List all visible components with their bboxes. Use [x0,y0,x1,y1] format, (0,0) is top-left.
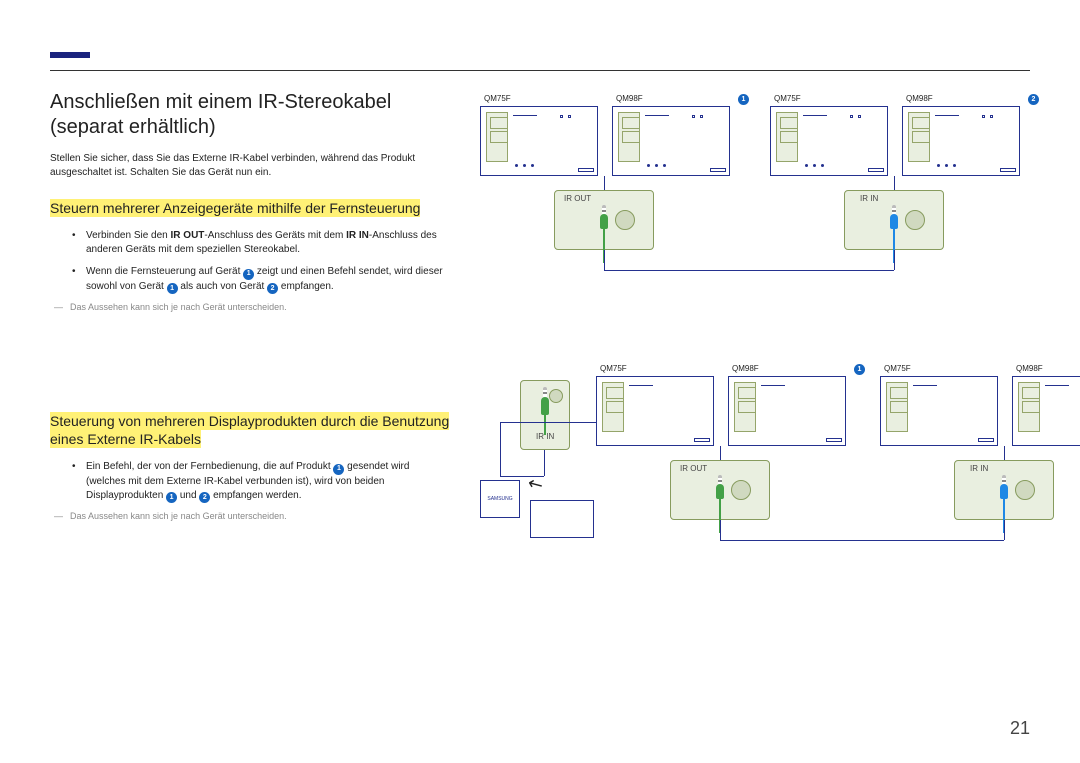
model-label: QM98F [732,364,759,373]
page-title: Anschließen mit einem IR-Stereokabel (se… [50,90,450,140]
intro-text: Stellen Sie sicher, dass Sie das Externe… [50,152,450,179]
port-label-ir-out: IR OUT [564,194,591,203]
cable-line [720,540,1004,541]
device-box [880,376,998,446]
jack-green-icon [521,387,569,455]
device-box [612,106,730,176]
port-label-ir-out: IR OUT [680,464,707,473]
device-badge-1: 1 [738,94,749,105]
port-label-ir-in: IR IN [970,464,988,473]
cable-line [604,270,894,271]
page-number: 21 [1010,718,1030,739]
text-column: Anschließen mit einem IR-Stereokabel (se… [50,90,450,680]
model-label: QM75F [884,364,911,373]
model-label: QM98F [616,94,643,103]
cable-line [604,176,605,190]
model-label: QM98F [906,94,933,103]
device-box [902,106,1020,176]
cable-line [500,422,596,423]
device-box [770,106,888,176]
section2-heading: Steuerung von mehreren Displayprodukten … [50,412,450,448]
device-box [596,376,714,446]
device-box [1012,376,1080,446]
diagram-1: QM75F QM98F QM75F QM98F 1 2 IR OUT IR IN [480,90,1030,290]
cable-line [1004,446,1005,460]
device-box [728,376,846,446]
cable-line [1004,520,1005,540]
device-box [480,106,598,176]
port-label-ir-in: IR IN [536,432,554,441]
section1-bullet1: Verbinden Sie den IR OUT-Anschluss des G… [50,229,450,257]
model-label: QM75F [600,364,627,373]
cable-line [604,250,605,270]
ir-in-plug-card [954,460,1054,520]
port-label-ir-in: IR IN [860,194,878,203]
model-label: QM75F [484,94,511,103]
section1-note: Das Aussehen kann sich je nach Gerät unt… [50,302,450,312]
cable-line [894,250,895,270]
cable-line [544,450,545,476]
device-badge-2: 2 [1028,94,1039,105]
section1-heading: Steuern mehrerer Anzeigegeräte mithilfe … [50,199,450,217]
device-badge-1: 1 [854,364,865,375]
diagram-column: QM75F QM98F QM75F QM98F 1 2 IR OUT IR IN [480,90,1030,680]
remote-blank-box [530,500,594,538]
horizontal-rule [50,70,1030,71]
section2-bullet1: Ein Befehl, der von der Fernbedienung, d… [50,460,450,503]
section2-note: Das Aussehen kann sich je nach Gerät unt… [50,511,450,521]
cable-line [894,176,895,190]
section1-bullet2: Wenn die Fernsteuerung auf Gerät 1 zeigt… [50,265,450,294]
remote-box: SAMSUNG [480,480,520,518]
diagram-2: IR IN QM75F QM98F QM75F QM98F 1 2 [480,370,1030,600]
cable-line [720,520,721,540]
ir-in-plug-card [844,190,944,250]
model-label: QM98F [1016,364,1043,373]
brand-text: SAMSUNG [487,496,512,502]
cable-line [720,446,721,460]
model-label: QM75F [774,94,801,103]
accent-bar [50,52,90,58]
cable-line [500,422,501,476]
